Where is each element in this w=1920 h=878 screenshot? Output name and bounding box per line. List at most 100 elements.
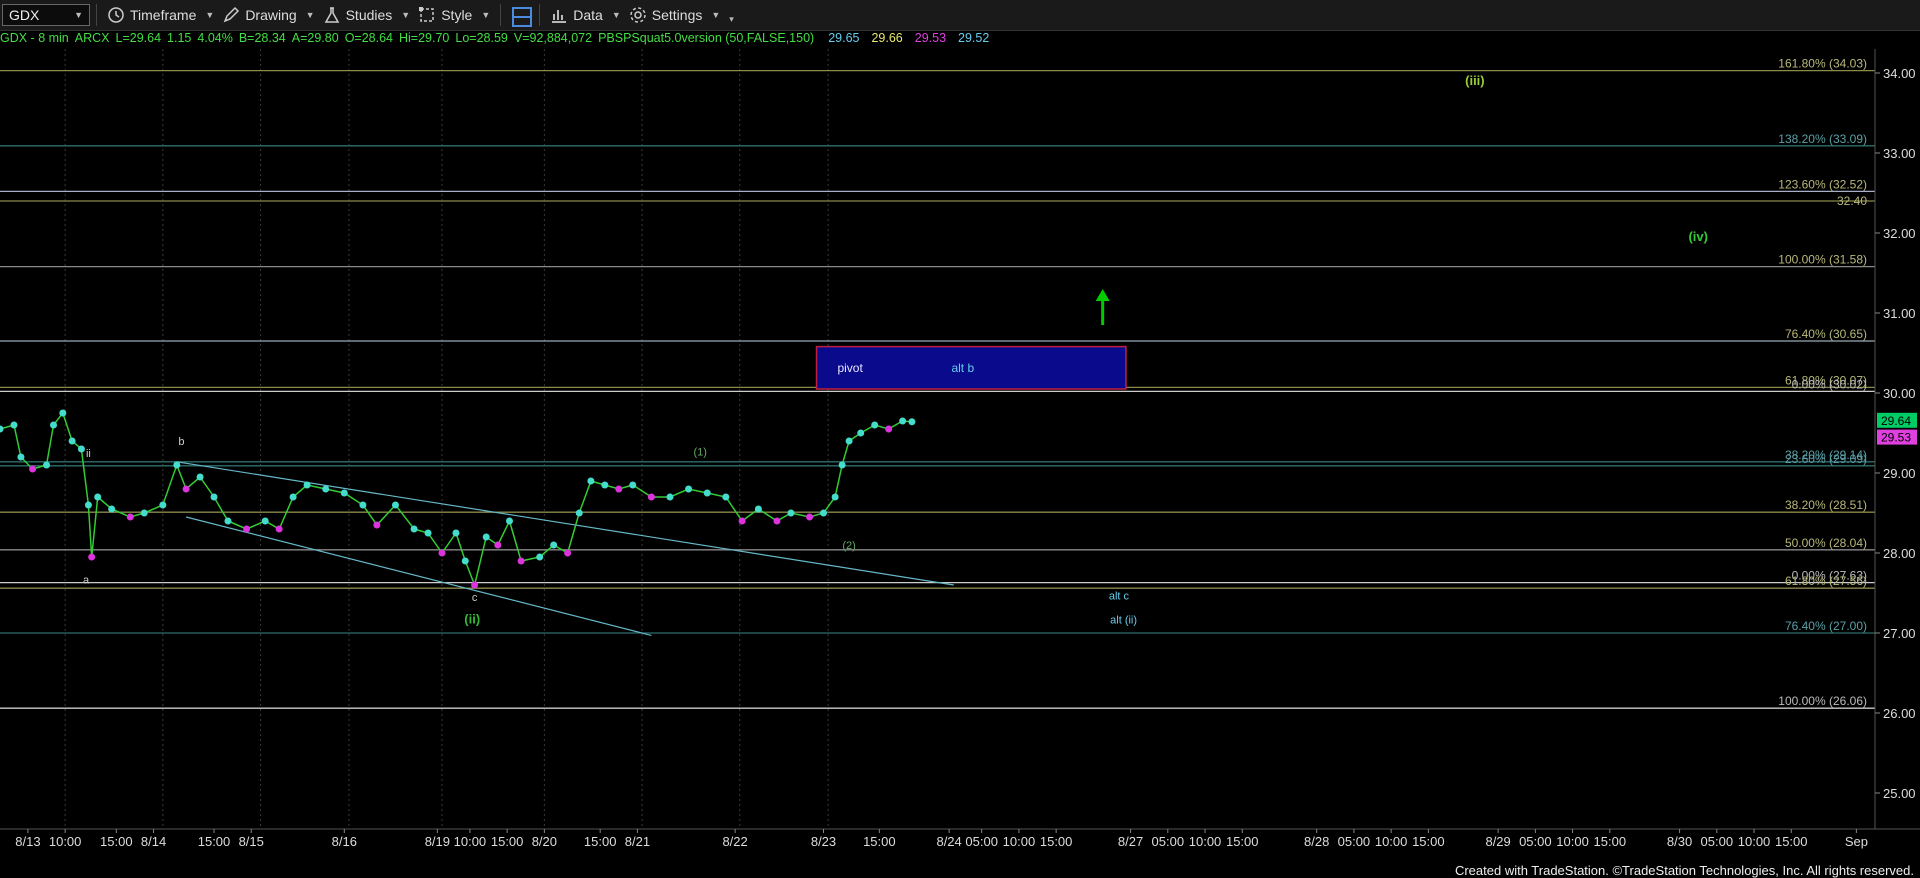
style-icon	[418, 6, 436, 24]
style-menu[interactable]: Style ▼	[414, 3, 494, 27]
study-dot	[494, 541, 502, 549]
y-axis-tick-label: 26.00	[1883, 706, 1916, 721]
x-axis-tick-label: 8/21	[625, 834, 650, 849]
study-dot	[647, 493, 655, 501]
studies-menu[interactable]: Studies ▼	[319, 3, 415, 27]
study-dot	[885, 425, 893, 433]
study-value: 29.65	[828, 31, 860, 45]
study-value: 29.52	[958, 31, 990, 45]
price-tag-label: 29.53	[1881, 431, 1911, 445]
gear-icon	[629, 6, 647, 24]
wave-label: alt c	[1109, 590, 1130, 602]
fib-level-label: 100.00% (26.06)	[1778, 694, 1867, 708]
y-axis-tick-label: 30.00	[1883, 386, 1916, 401]
copyright-footer: Created with TradeStation. ©TradeStation…	[1454, 863, 1914, 878]
clock-icon	[107, 6, 125, 24]
x-axis-tick-label: 8/28	[1304, 834, 1329, 849]
study-value: 29.53	[914, 31, 947, 45]
pencil-icon	[222, 6, 240, 24]
fib-level-label: 61.80% (27.56)	[1785, 574, 1867, 588]
chevron-down-icon: ▼	[305, 10, 315, 20]
x-axis-tick-label: 10:00	[1556, 834, 1589, 849]
fib-level-label: 100.00% (31.58)	[1778, 253, 1867, 267]
x-axis-tick-label: 8/15	[239, 834, 264, 849]
study-dot	[289, 493, 297, 501]
data-menu[interactable]: Data ▼	[546, 3, 625, 27]
study-dot	[108, 505, 116, 513]
x-axis-tick-label: 10:00	[1738, 834, 1771, 849]
layout-icon	[511, 6, 533, 27]
wave-label: (2)	[842, 540, 855, 552]
study-dot	[806, 513, 814, 521]
study-dot	[517, 557, 525, 565]
drawing-menu[interactable]: Drawing ▼	[218, 3, 318, 27]
x-axis-tick-label: 10:00	[1375, 834, 1408, 849]
study-dot	[505, 517, 513, 525]
study-dot	[899, 417, 907, 425]
study-dot	[601, 481, 609, 489]
wave-label: (1)	[693, 446, 706, 458]
study-dot	[871, 421, 879, 429]
toolbar-divider	[96, 4, 97, 26]
x-axis-tick-label: 8/29	[1485, 834, 1510, 849]
x-axis-tick-label: 05:00	[1701, 834, 1734, 849]
x-axis-tick-label: 15:00	[1040, 834, 1073, 849]
drawing-label: Drawing	[245, 7, 297, 23]
study-dot	[322, 485, 330, 493]
study-dot	[303, 481, 311, 489]
study-dot	[575, 509, 583, 517]
study-dot	[140, 509, 148, 517]
x-axis-tick-label: 05:00	[1152, 834, 1185, 849]
x-axis-tick-label: 8/20	[532, 834, 557, 849]
settings-label: Settings	[651, 7, 703, 23]
study-dot	[615, 485, 623, 493]
x-axis-tick-label: 05:00	[1338, 834, 1371, 849]
level-label: 32.40	[1837, 194, 1867, 208]
study-dot	[722, 493, 730, 501]
study-dot	[173, 461, 181, 469]
study-dot	[564, 549, 572, 557]
x-axis-tick-label: 10:00	[454, 834, 487, 849]
chevron-down-icon: ▼	[481, 10, 491, 20]
study-dot	[182, 485, 190, 493]
study-dot	[77, 445, 85, 453]
x-axis-tick-label: 8/19	[425, 834, 450, 849]
fib-level-label: 76.40% (27.00)	[1785, 619, 1867, 633]
study-dot	[410, 525, 418, 533]
wave-label: alt (ii)	[1110, 614, 1137, 626]
study-dot	[275, 525, 283, 533]
study-dot	[452, 529, 460, 537]
study-dot	[908, 418, 916, 426]
fib-level-label: 76.40% (30.65)	[1785, 327, 1867, 341]
study-dot	[159, 501, 167, 509]
info-volume: V=92,884,072	[513, 31, 593, 45]
symbol-selector[interactable]: GDX ▼	[2, 4, 90, 26]
pivot-zone-label: alt b	[951, 361, 974, 375]
study-dot	[438, 549, 446, 557]
study-dot	[243, 525, 251, 533]
wave-label: (ii)	[464, 611, 480, 626]
info-change: 1.15	[167, 31, 192, 45]
x-axis-tick-label: 8/14	[141, 834, 166, 849]
study-dot	[754, 505, 762, 513]
info-symbol: GDX - 8 min	[0, 31, 69, 45]
study-dot	[373, 521, 381, 529]
overflow-caret-icon[interactable]: ▾	[729, 14, 734, 25]
info-last: L=29.64	[115, 31, 162, 45]
x-axis-tick-label: 15:00	[491, 834, 524, 849]
price-chart[interactable]: 161.80% (34.03) 138.20% (33.09) 123.60% (3…	[0, 49, 1920, 859]
study-dot	[471, 581, 479, 589]
timeframe-menu[interactable]: Timeframe ▼	[103, 3, 218, 27]
study-dot	[738, 517, 746, 525]
study-dot	[845, 437, 853, 445]
chart-toolbar: GDX ▼ Timeframe ▼ Drawing ▼ Studies ▼ St…	[0, 0, 1920, 31]
study-dot	[857, 429, 865, 437]
fib-level-label: 138.20% (33.09)	[1778, 132, 1867, 146]
pivot-zone-label: pivot	[837, 361, 863, 375]
study-dot	[340, 489, 348, 497]
study-dot	[831, 493, 839, 501]
study-dot	[820, 509, 828, 517]
settings-menu[interactable]: Settings ▼ ▾	[625, 3, 738, 27]
layout-button[interactable]	[507, 3, 533, 27]
fib-level-label: 50.00% (28.04)	[1785, 536, 1867, 550]
